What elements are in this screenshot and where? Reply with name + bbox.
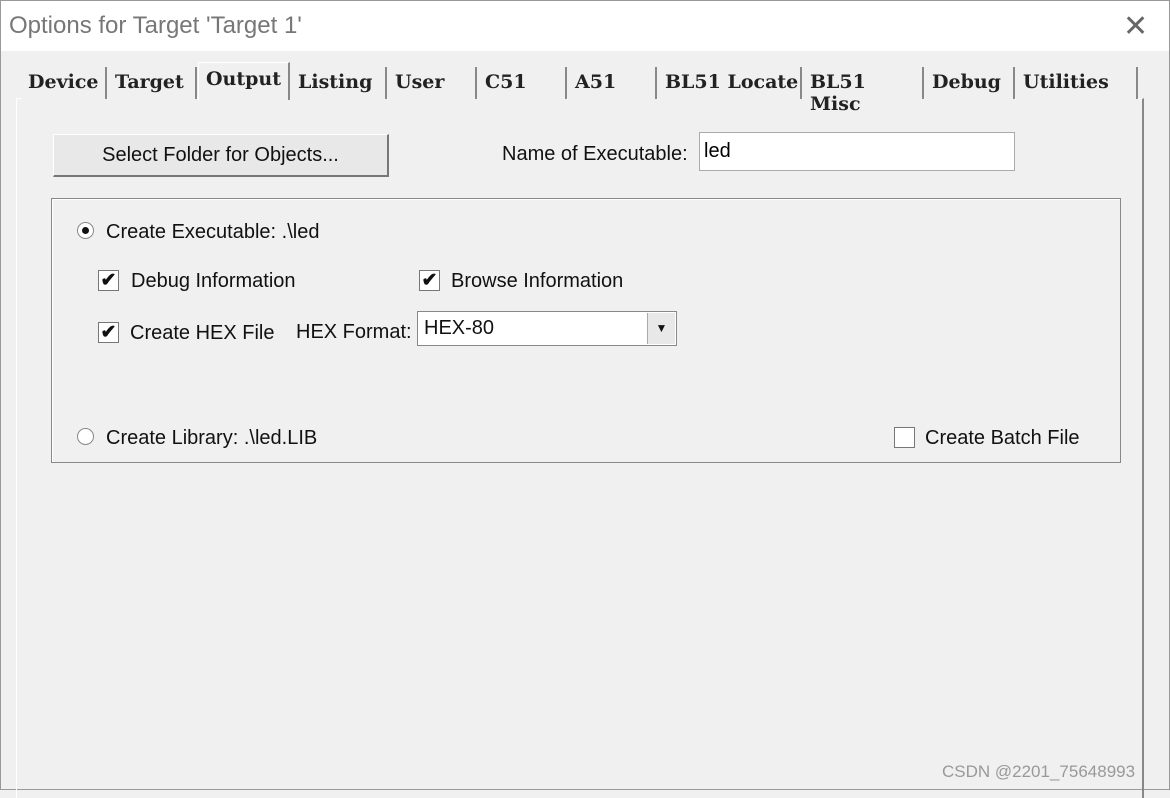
tab-target[interactable]: Target bbox=[108, 67, 197, 99]
debug-information-label: Debug Information bbox=[131, 270, 296, 292]
create-executable-radio[interactable] bbox=[77, 222, 94, 239]
hex-format-select[interactable]: HEX-80 ▼ bbox=[417, 311, 677, 346]
tab-c51[interactable]: C51 bbox=[478, 67, 567, 99]
browse-information-label: Browse Information bbox=[451, 270, 624, 292]
tab-a51[interactable]: A51 bbox=[568, 67, 657, 99]
tab-bl51-misc[interactable]: BL51 Misc bbox=[803, 67, 924, 115]
select-folder-button[interactable]: Select Folder for Objects... bbox=[53, 134, 389, 177]
close-icon[interactable]: ✕ bbox=[1123, 9, 1148, 44]
hex-format-value: HEX-80 bbox=[424, 317, 495, 339]
tab-user[interactable]: User bbox=[388, 67, 477, 99]
options-dialog: Options for Target 'Target 1' ✕ Device Ta… bbox=[0, 0, 1170, 798]
create-batch-file-checkbox[interactable] bbox=[894, 427, 915, 448]
create-batch-file-label: Create Batch File bbox=[925, 427, 1080, 449]
tab-bl51-locate[interactable]: BL51 Locate bbox=[658, 67, 802, 99]
tab-device[interactable]: Device bbox=[21, 67, 107, 99]
name-of-executable-input[interactable] bbox=[699, 132, 1015, 171]
name-of-executable-label: Name of Executable: bbox=[502, 143, 688, 165]
browse-information-checkbox[interactable]: ✔ bbox=[419, 270, 440, 291]
create-hex-checkbox[interactable]: ✔ bbox=[98, 322, 119, 343]
tab-debug[interactable]: Debug bbox=[925, 67, 1015, 99]
create-library-radio[interactable] bbox=[77, 428, 94, 445]
tab-listing[interactable]: Listing bbox=[291, 67, 387, 99]
debug-information-checkbox[interactable]: ✔ bbox=[98, 270, 119, 291]
chevron-down-icon[interactable]: ▼ bbox=[647, 313, 675, 344]
dialog-title: Options for Target 'Target 1' bbox=[9, 12, 302, 39]
tab-output[interactable]: Output bbox=[198, 62, 290, 100]
create-library-label: Create Library: .\led.LIB bbox=[106, 427, 318, 449]
watermark: CSDN @2201_75648993 bbox=[942, 762, 1136, 781]
create-executable-label: Create Executable: .\led bbox=[106, 221, 320, 243]
hex-format-label: HEX Format: bbox=[296, 321, 412, 343]
title-bar: Options for Target 'Target 1' ✕ bbox=[1, 1, 1169, 51]
create-hex-label: Create HEX File bbox=[130, 322, 275, 344]
tab-utilities[interactable]: Utilities bbox=[1016, 67, 1138, 99]
